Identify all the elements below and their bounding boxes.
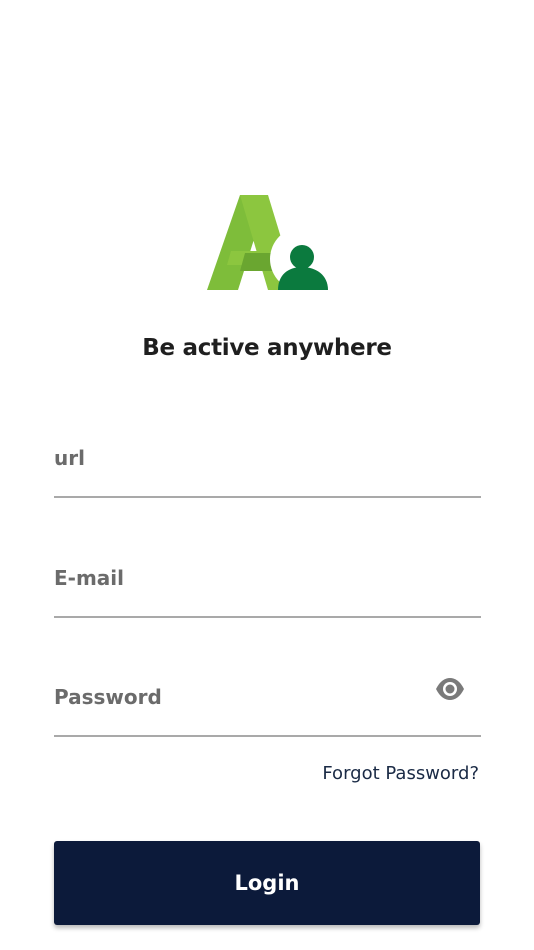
forgot-password-link[interactable]: Forgot Password? bbox=[322, 763, 479, 784]
password-input[interactable] bbox=[54, 681, 414, 713]
email-field-container bbox=[54, 546, 481, 618]
url-field-container bbox=[54, 426, 481, 498]
eye-icon[interactable] bbox=[435, 677, 465, 701]
login-button[interactable]: Login bbox=[54, 841, 480, 925]
app-logo bbox=[205, 193, 334, 293]
url-input[interactable] bbox=[54, 442, 414, 474]
email-input[interactable] bbox=[54, 562, 414, 594]
app-logo-icon bbox=[207, 195, 334, 291]
tagline: Be active anywhere bbox=[142, 335, 392, 361]
password-field-container bbox=[54, 665, 481, 737]
